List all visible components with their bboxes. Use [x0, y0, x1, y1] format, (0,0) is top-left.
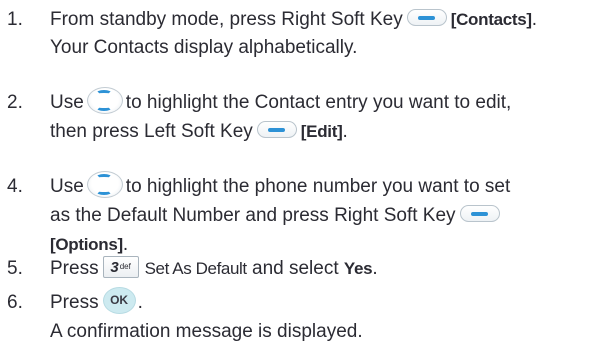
- step-number: 1.: [7, 9, 23, 30]
- punctuation: .: [342, 121, 348, 142]
- step-line: Press 3def Set As Default and select Yes.: [50, 255, 378, 283]
- instruction-list: 1. From standby mode, press Right Soft K…: [0, 0, 613, 350]
- step-text: Use: [50, 92, 84, 113]
- step-text: to highlight the phone number you want t…: [125, 176, 511, 197]
- step-text: Your Contacts display alphabetically.: [50, 37, 358, 58]
- left-soft-key-icon: [256, 121, 297, 139]
- step-number: 5.: [7, 258, 23, 279]
- step-text: Use: [50, 176, 84, 197]
- softkey-label-options: [Options]: [50, 235, 123, 254]
- step-line: Your Contacts display alphabetically.: [50, 34, 357, 62]
- navigation-key-icon: [86, 87, 123, 115]
- option-yes: Yes: [343, 259, 373, 278]
- step-text: as the Default Number and press Right So…: [50, 205, 456, 226]
- punctuation: .: [531, 9, 538, 30]
- punctuation: .: [372, 258, 378, 279]
- step-number: 4.: [7, 176, 23, 197]
- softkey-label-edit: [Edit]: [300, 122, 343, 141]
- step-text: Press: [50, 292, 99, 313]
- step-text: From standby mode, press Right Soft Key: [50, 9, 403, 30]
- step-line: A confirmation message is displayed.: [50, 318, 363, 346]
- step-text: and select: [252, 258, 339, 279]
- right-soft-key-icon: [459, 205, 500, 223]
- navigation-key-icon: [86, 171, 123, 199]
- softkey-label-contacts: [Contacts]: [450, 10, 532, 29]
- key-letters: def: [119, 261, 131, 271]
- step-line: then press Left Soft Key [Edit].: [50, 118, 348, 146]
- step-text: then press Left Soft Key: [50, 121, 253, 142]
- step-line: Use to highlight the phone number you wan…: [50, 171, 511, 201]
- step-line: as the Default Number and press Right So…: [50, 202, 504, 230]
- step-number: 2.: [7, 92, 23, 113]
- step-number: 6.: [7, 292, 23, 313]
- right-soft-key-icon: [406, 9, 447, 27]
- step-line: Press OK.: [50, 287, 143, 317]
- step-text: to highlight the Contact entry you want …: [125, 92, 512, 113]
- menu-option-set-as-default: Set As Default: [144, 259, 248, 278]
- punctuation: .: [122, 234, 129, 255]
- step-text: A confirmation message is displayed.: [50, 321, 363, 342]
- ok-key-icon: OK: [102, 287, 136, 315]
- step-text: Press: [50, 258, 99, 279]
- punctuation: .: [137, 292, 143, 313]
- step-line: Use to highlight the Contact entry you wa…: [50, 87, 512, 117]
- step-line: From standby mode, press Right Soft Key […: [50, 6, 537, 34]
- key-3-icon: 3def: [102, 255, 139, 278]
- key-digit: 3: [110, 258, 119, 276]
